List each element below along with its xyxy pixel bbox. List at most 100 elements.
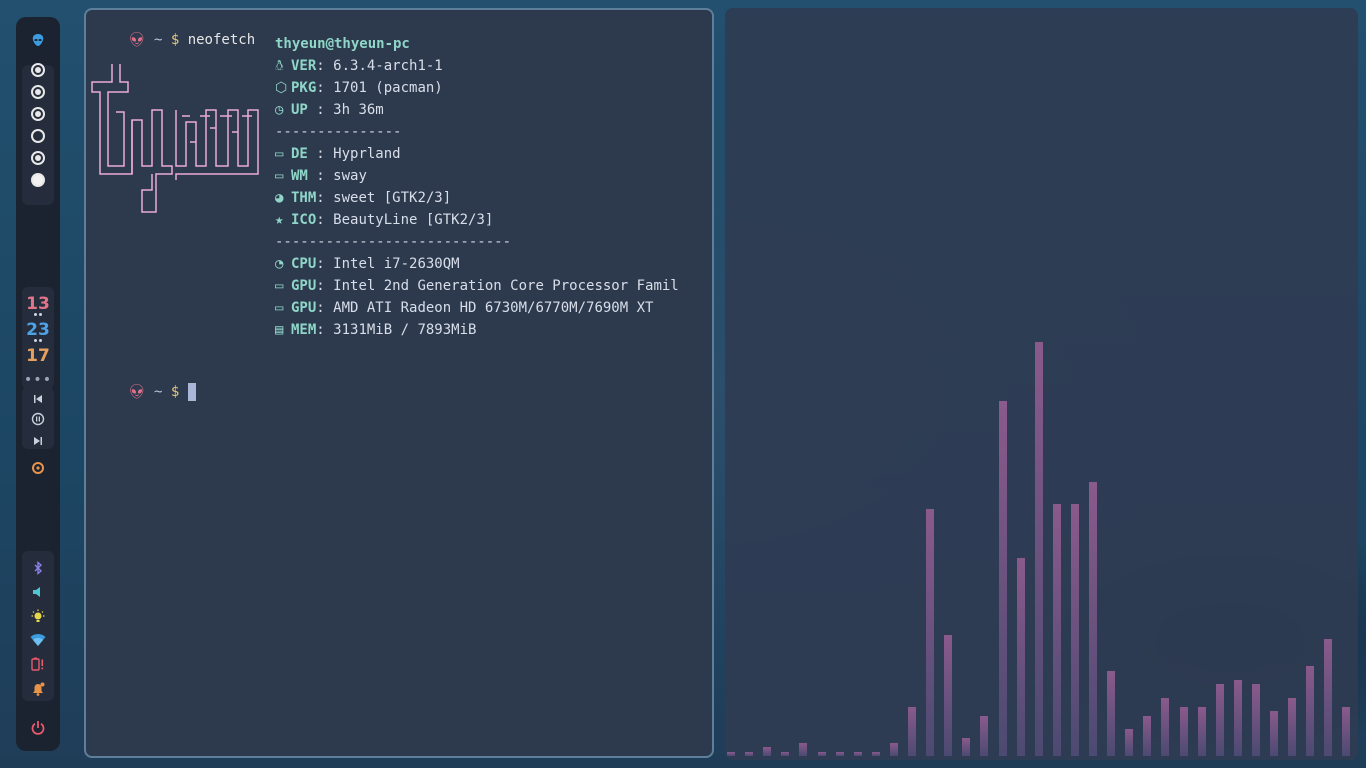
- info-row-mem: ▤ MEM: 3131MiB / 7893MiB: [275, 321, 476, 339]
- workspace-5-button[interactable]: [31, 151, 45, 165]
- workspace-3-button[interactable]: [31, 107, 45, 121]
- visualizer-bar: [998, 400, 1007, 756]
- info-row-pkg: ⬡ PKG: 1701 (pacman): [275, 79, 443, 97]
- ascii-logo-art: thyeun: [91, 64, 259, 213]
- info-separator: :: [316, 146, 334, 162]
- info-separator: :: [316, 212, 334, 228]
- visualizer-bar: [889, 742, 898, 756]
- power-icon[interactable]: [16, 720, 60, 739]
- window-icon: ▭: [275, 168, 284, 184]
- info-value: BeautyLine [GTK2/3]: [333, 212, 494, 228]
- info-value: 6.3.4-arch1-1: [333, 58, 443, 74]
- brightness-icon[interactable]: [16, 609, 60, 628]
- info-value: Intel 2nd Generation Core Processor Fami…: [333, 278, 679, 294]
- info-key: ICO: [291, 212, 317, 228]
- clock-hour: 13: [26, 294, 50, 314]
- info-value: 3131MiB / 7893MiB: [333, 322, 477, 338]
- clock-icon: ◷: [275, 102, 284, 118]
- more-icon[interactable]: •••: [16, 373, 60, 387]
- visualizer-bar: [908, 706, 916, 756]
- alien-logo-icon[interactable]: [16, 33, 60, 50]
- visualizer-bar: [962, 738, 971, 756]
- alien-prompt-icon: 👽︎: [127, 32, 146, 48]
- prompt-path: ~: [153, 32, 163, 48]
- skip-back-icon[interactable]: [16, 392, 60, 408]
- info-key: GPU: [291, 300, 317, 316]
- visualizer-bar: [799, 742, 808, 756]
- clock-separator: [34, 339, 42, 342]
- command-line: 👽︎ ~ $ neofetch: [94, 13, 255, 67]
- workspace-6-button[interactable]: [31, 173, 45, 187]
- info-separator: :: [316, 80, 334, 96]
- audio-visualizer-window[interactable]: [725, 8, 1358, 760]
- info-value: sweet [GTK2/3]: [333, 190, 452, 206]
- visualizer-bar: [980, 715, 989, 756]
- audio-visualizer-bars: [725, 300, 1358, 760]
- info-row-up: ◷ UP : 3h 36m: [275, 101, 384, 119]
- info-key: THM: [291, 190, 317, 206]
- visualizer-bar: [817, 751, 826, 756]
- workspace-2-button[interactable]: [31, 85, 45, 99]
- info-separator: :: [316, 190, 334, 206]
- update-icon[interactable]: [16, 461, 60, 478]
- visualizer-bar: [1288, 697, 1297, 756]
- info-row-gpu: ▭ GPU: Intel 2nd Generation Core Processo…: [275, 277, 679, 295]
- visualizer-bar: [1016, 558, 1025, 756]
- visualizer-bar: [727, 751, 735, 756]
- visualizer-bar: [1342, 706, 1351, 756]
- info-key: DE: [291, 146, 317, 162]
- info-value: 3h 36m: [333, 102, 384, 118]
- tux-icon: 🐧︎: [275, 58, 284, 74]
- command-text: neofetch: [187, 32, 256, 48]
- battery-alert-icon[interactable]: [16, 657, 60, 674]
- volume-icon[interactable]: [16, 585, 60, 602]
- info-row-ver: 🐧︎ VER: 6.3.4-arch1-1: [275, 57, 443, 75]
- visualizer-bar: [1070, 504, 1079, 756]
- workspace-1-button[interactable]: [31, 63, 45, 77]
- visualizer-bar: [1324, 639, 1333, 756]
- visualizer-bar: [853, 751, 862, 756]
- visualizer-bar: [944, 634, 953, 756]
- current-prompt[interactable]: 👽︎ ~ $: [94, 365, 196, 419]
- info-separator: :: [316, 102, 334, 118]
- window-icon: ▭: [275, 146, 284, 162]
- info-value: Hyprland: [333, 146, 401, 162]
- alien-prompt-icon: 👽︎: [127, 384, 146, 400]
- monitor-icon: ▭: [275, 278, 284, 294]
- info-key: GPU: [291, 278, 317, 294]
- visualizer-bar: [1107, 670, 1116, 756]
- monitor-icon: ▭: [275, 300, 284, 316]
- info-key: VER: [291, 58, 317, 74]
- pause-icon[interactable]: [16, 412, 60, 429]
- visualizer-bar: [1179, 706, 1188, 756]
- skip-forward-icon[interactable]: [16, 434, 60, 450]
- visualizer-bar: [781, 751, 790, 756]
- terminal-window[interactable]: 👽︎ ~ $ neofetch thyeun thyeun@thyeun-pc …: [84, 8, 714, 758]
- info-separator: :: [316, 58, 334, 74]
- divider-text: ---------------: [275, 124, 402, 140]
- palette-icon: ◕: [275, 190, 284, 206]
- workspace-4-button[interactable]: [31, 129, 45, 143]
- info-row-de: ▭ DE : Hyprland: [275, 145, 401, 163]
- speedometer-icon: ◔: [275, 256, 284, 272]
- visualizer-bar: [1251, 684, 1260, 756]
- clock-second: 17: [26, 346, 50, 366]
- bluetooth-icon[interactable]: [16, 561, 60, 578]
- bell-icon[interactable]: [16, 681, 60, 700]
- info-row-gpu: ▭ GPU: AMD ATI Radeon HD 6730M/6770M/7690…: [275, 299, 653, 317]
- prompt-path: ~: [153, 384, 163, 400]
- info-key: CPU: [291, 256, 317, 272]
- info-separator: :: [316, 256, 334, 272]
- visualizer-bar: [1233, 679, 1242, 756]
- divider-line: ---------------: [275, 123, 401, 141]
- info-value: AMD ATI Radeon HD 6730M/6770M/7690M XT: [333, 300, 654, 316]
- user-host-text: thyeun@thyeun-pc: [275, 36, 410, 52]
- wifi-icon[interactable]: [16, 633, 60, 650]
- visualizer-bar: [1052, 504, 1061, 756]
- info-value: 1701 (pacman): [333, 80, 443, 96]
- star-icon: ★: [275, 212, 284, 228]
- visualizer-bar: [1034, 342, 1043, 756]
- info-row-ico: ★ ICO: BeautyLine [GTK2/3]: [275, 211, 493, 229]
- info-separator: :: [316, 278, 334, 294]
- info-row-cpu: ◔ CPU: Intel i7-2630QM: [275, 255, 460, 273]
